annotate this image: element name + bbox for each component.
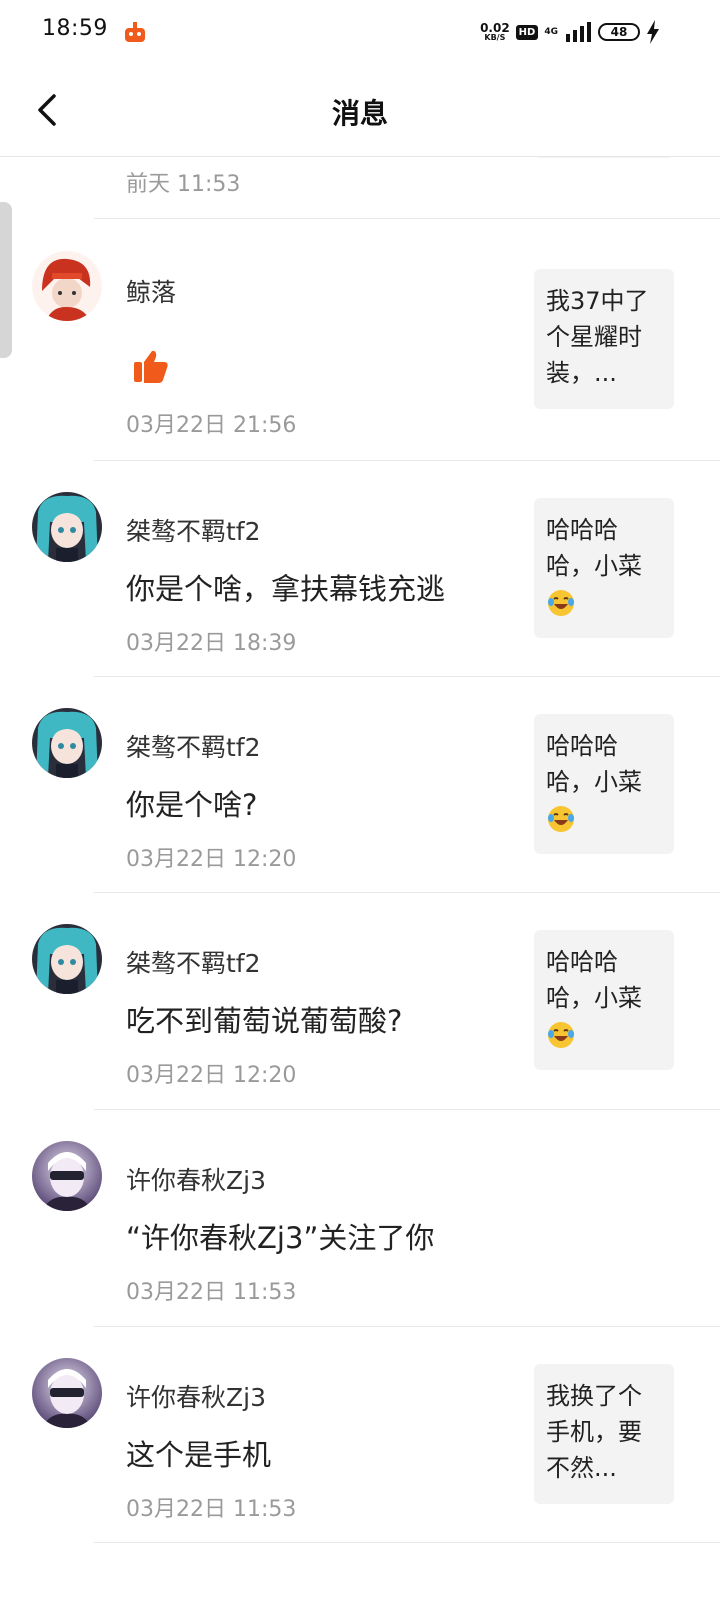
message-time: 前天 11:53 bbox=[126, 172, 241, 197]
thumbs-up-icon bbox=[134, 350, 168, 383]
status-indicators: 0.02 KB/S HD 4G 48 bbox=[480, 18, 660, 46]
avatar[interactable] bbox=[32, 708, 102, 778]
list-item[interactable]: 桀骜不羁tf2 吃不到葡萄说葡萄酸? 03月22日 12:20 哈哈哈哈，小菜 bbox=[0, 893, 720, 1109]
avatar[interactable] bbox=[32, 492, 102, 562]
avatar[interactable] bbox=[32, 1358, 102, 1428]
message-time: 03月22日 11:53 bbox=[126, 1497, 297, 1522]
network-type: 4G bbox=[544, 27, 558, 37]
laughing-tears-emoji-icon bbox=[548, 1022, 574, 1048]
reference-card[interactable]: 哈哈哈哈，小菜 bbox=[534, 930, 674, 1070]
username: 桀骜不羁tf2 bbox=[126, 517, 261, 546]
reference-text: 哈哈哈哈，小菜 bbox=[546, 516, 642, 580]
app-notification-icon bbox=[125, 22, 145, 42]
avatar[interactable] bbox=[32, 924, 102, 994]
list-item[interactable]: 桀骜不羁tf2 你是个啥，拿扶幕钱充逃 03月22日 18:39 哈哈哈哈，小菜 bbox=[0, 461, 720, 677]
charging-icon bbox=[647, 20, 659, 44]
signal-icon bbox=[566, 22, 591, 42]
message-time: 03月22日 18:39 bbox=[126, 631, 297, 656]
message-text: “许你春秋Zj3”关注了你 bbox=[126, 1221, 435, 1255]
battery-level: 48 bbox=[610, 25, 628, 39]
message-time: 03月22日 12:20 bbox=[126, 847, 297, 872]
network-speed: 0.02 KB/S bbox=[480, 22, 510, 42]
status-time: 18:59 bbox=[42, 16, 108, 41]
username: 桀骜不羁tf2 bbox=[126, 733, 261, 762]
page-title: 消息 bbox=[331, 97, 388, 130]
reference-card[interactable]: 哈哈哈哈，小菜 bbox=[534, 714, 674, 854]
username: 许你春秋Zj3 bbox=[126, 1383, 266, 1412]
list-item[interactable]: 桀骜不羁tf2 你是个啥? 03月22日 12:20 哈哈哈哈，小菜 bbox=[0, 677, 720, 893]
message-time: 03月22日 12:20 bbox=[126, 1063, 297, 1088]
app-header: 消息 bbox=[0, 64, 720, 157]
laughing-tears-emoji-icon bbox=[548, 590, 574, 616]
list-item[interactable]: 许你春秋Zj3 “许你春秋Zj3”关注了你 03月22日 11:53 bbox=[0, 1110, 720, 1326]
laughing-tears-emoji-icon bbox=[548, 806, 574, 832]
message-time: 03月22日 11:53 bbox=[126, 1280, 297, 1305]
message-text: 吃不到葡萄说葡萄酸? bbox=[126, 1004, 403, 1038]
username: 鲸落 bbox=[126, 278, 177, 307]
reference-card[interactable]: 我37中了个星耀时装，... bbox=[534, 269, 674, 409]
avatar[interactable] bbox=[32, 1141, 102, 1211]
battery-icon: 48 bbox=[598, 23, 640, 41]
message-text: 你是个啥? bbox=[126, 788, 258, 822]
username: 桀骜不羁tf2 bbox=[126, 949, 261, 978]
message-text: 你是个啥，拿扶幕钱充逃 bbox=[126, 572, 446, 606]
status-bar: 18:59 0.02 KB/S HD 4G 48 bbox=[0, 0, 720, 64]
reference-card[interactable]: 哈哈哈哈，小菜 bbox=[534, 498, 674, 638]
username: 许你春秋Zj3 bbox=[126, 1166, 266, 1195]
avatar[interactable] bbox=[32, 251, 102, 321]
edge-swipe-handle[interactable] bbox=[0, 202, 12, 358]
message-time: 03月22日 21:56 bbox=[126, 413, 297, 438]
hd-badge: HD bbox=[515, 24, 539, 40]
reference-text: 哈哈哈哈，小菜 bbox=[546, 948, 642, 1012]
network-speed-unit: KB/S bbox=[484, 33, 506, 42]
reference-text: 哈哈哈哈，小菜 bbox=[546, 732, 642, 796]
list-item[interactable]: 鲸落 03月22日 21:56 我37中了个星耀时装，... bbox=[0, 219, 720, 460]
message-text: 这个是手机 bbox=[126, 1438, 272, 1472]
reference-card[interactable]: 我换了个手机，要不然... bbox=[534, 1364, 674, 1504]
list-item[interactable]: 许你春秋Zj3 这个是手机 03月22日 11:53 我换了个手机，要不然... bbox=[0, 1327, 720, 1543]
row-divider bbox=[94, 1542, 720, 1543]
